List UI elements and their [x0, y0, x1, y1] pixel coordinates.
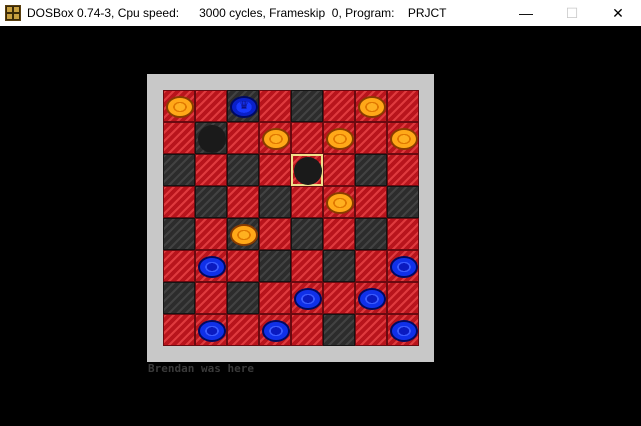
dos-screen[interactable]: ♛ Brendan was here — [0, 26, 641, 426]
board-square[interactable] — [163, 154, 195, 186]
board-square[interactable] — [387, 90, 419, 122]
board-square[interactable] — [355, 314, 387, 346]
window-controls: — ☐ ✕ — [503, 0, 641, 26]
blue-checker-piece[interactable] — [358, 288, 386, 310]
credit-text: Brendan was here — [148, 362, 254, 375]
board-square[interactable] — [195, 218, 227, 250]
board-square[interactable] — [259, 186, 291, 218]
board-square[interactable] — [163, 186, 195, 218]
board-square[interactable] — [387, 122, 419, 154]
window-title: DOSBox 0.74-3, Cpu speed: 3000 cycles, F… — [27, 6, 447, 20]
board-square[interactable] — [387, 154, 419, 186]
board-square[interactable] — [227, 122, 259, 154]
board-square[interactable] — [259, 122, 291, 154]
board-square[interactable] — [259, 218, 291, 250]
orange-checker-piece[interactable] — [326, 128, 354, 150]
board-square[interactable] — [195, 90, 227, 122]
board-square[interactable] — [195, 122, 227, 154]
empty-slot[interactable] — [198, 125, 226, 153]
board-square[interactable] — [291, 314, 323, 346]
board-square[interactable] — [291, 250, 323, 282]
blue-checker-piece[interactable] — [198, 320, 226, 342]
board-square[interactable]: ♛ — [227, 90, 259, 122]
board-square[interactable] — [355, 90, 387, 122]
board-square[interactable] — [291, 186, 323, 218]
selected-empty-slot[interactable] — [294, 157, 322, 185]
board-square[interactable] — [163, 314, 195, 346]
maximize-button[interactable]: ☐ — [549, 0, 595, 26]
board-square[interactable] — [259, 314, 291, 346]
board-square[interactable] — [291, 90, 323, 122]
blue-checker-piece[interactable] — [294, 288, 322, 310]
blue-checker-piece[interactable] — [390, 256, 418, 278]
board-square[interactable] — [323, 218, 355, 250]
board-square[interactable] — [163, 250, 195, 282]
board-square[interactable] — [163, 218, 195, 250]
board-square[interactable] — [195, 250, 227, 282]
board-square[interactable] — [195, 282, 227, 314]
blue-checker-piece[interactable] — [262, 320, 290, 342]
orange-checker-piece[interactable] — [262, 128, 290, 150]
board-square[interactable] — [259, 282, 291, 314]
board-square[interactable] — [163, 90, 195, 122]
board-square[interactable] — [323, 282, 355, 314]
board-square[interactable] — [323, 314, 355, 346]
orange-checker-piece[interactable] — [326, 192, 354, 214]
board-square[interactable] — [355, 282, 387, 314]
window-titlebar[interactable]: DOSBox 0.74-3, Cpu speed: 3000 cycles, F… — [0, 0, 641, 26]
orange-checker-piece[interactable] — [358, 96, 386, 118]
board-square[interactable] — [387, 218, 419, 250]
board-square[interactable] — [163, 122, 195, 154]
board-square[interactable] — [355, 218, 387, 250]
checkers-board[interactable]: ♛ — [163, 90, 419, 346]
close-button[interactable]: ✕ — [595, 0, 641, 26]
board-square[interactable] — [355, 122, 387, 154]
board-square[interactable] — [323, 122, 355, 154]
board-square[interactable] — [387, 282, 419, 314]
board-frame: ♛ — [147, 74, 434, 362]
board-square[interactable] — [323, 186, 355, 218]
board-square[interactable] — [355, 186, 387, 218]
orange-checker-piece[interactable] — [230, 224, 258, 246]
board-square[interactable] — [227, 314, 259, 346]
board-square[interactable] — [387, 186, 419, 218]
board-square[interactable] — [227, 154, 259, 186]
board-square[interactable] — [387, 250, 419, 282]
board-square[interactable] — [227, 282, 259, 314]
board-square[interactable] — [291, 154, 323, 186]
dosbox-icon[interactable] — [5, 5, 21, 21]
crown-icon: ♛ — [239, 99, 249, 112]
board-square[interactable] — [387, 314, 419, 346]
blue-king-piece[interactable]: ♛ — [230, 96, 258, 118]
blue-checker-piece[interactable] — [390, 320, 418, 342]
board-square[interactable] — [355, 250, 387, 282]
board-square[interactable] — [227, 250, 259, 282]
board-square[interactable] — [355, 154, 387, 186]
board-square[interactable] — [291, 218, 323, 250]
board-square[interactable] — [323, 250, 355, 282]
board-square[interactable] — [227, 218, 259, 250]
orange-checker-piece[interactable] — [166, 96, 194, 118]
blue-checker-piece[interactable] — [198, 256, 226, 278]
board-square[interactable] — [195, 186, 227, 218]
board-square[interactable] — [323, 90, 355, 122]
board-square[interactable] — [259, 250, 291, 282]
board-square[interactable] — [291, 122, 323, 154]
board-square[interactable] — [195, 154, 227, 186]
minimize-button[interactable]: — — [503, 0, 549, 26]
board-square[interactable] — [163, 282, 195, 314]
board-square[interactable] — [323, 154, 355, 186]
board-square[interactable] — [291, 282, 323, 314]
board-square[interactable] — [195, 314, 227, 346]
board-square[interactable] — [227, 186, 259, 218]
board-square[interactable] — [259, 90, 291, 122]
orange-checker-piece[interactable] — [390, 128, 418, 150]
board-square[interactable] — [259, 154, 291, 186]
